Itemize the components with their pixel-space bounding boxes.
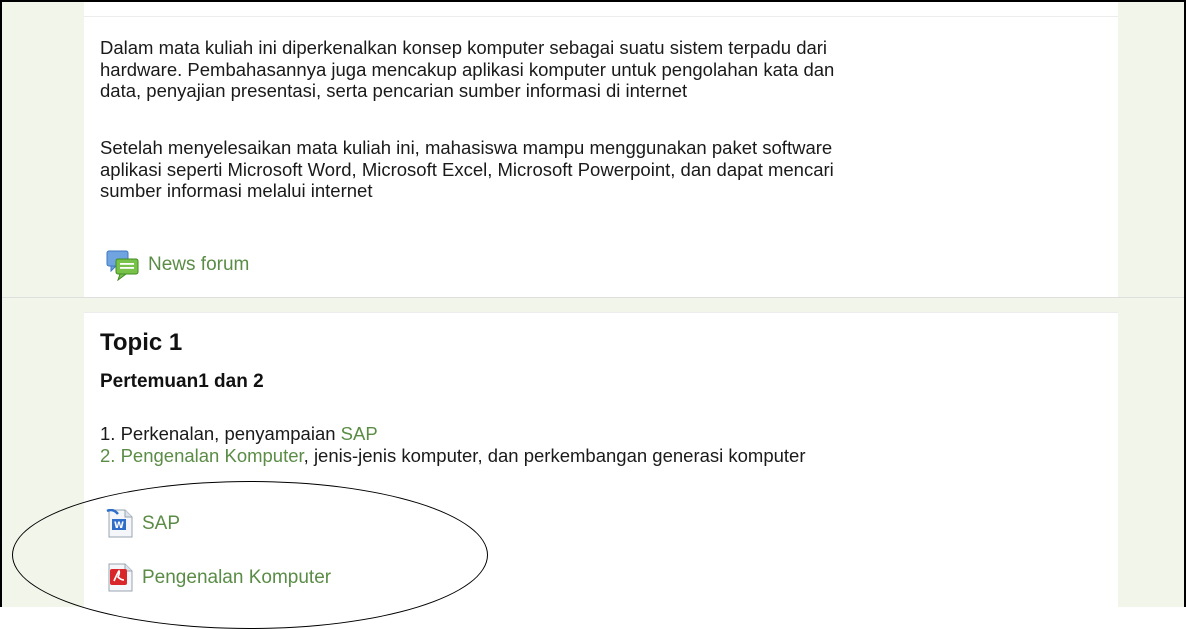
list-item-text: , jenis-jenis komputer, dan perkembangan… bbox=[303, 445, 806, 466]
topic-subtitle: Pertemuan1 dan 2 bbox=[100, 371, 264, 392]
topic-title: Topic 1 bbox=[100, 329, 183, 356]
section-divider bbox=[2, 297, 1184, 312]
topic-list: 1. Perkenalan, penyampaian SAP 2. Pengen… bbox=[100, 423, 806, 467]
news-forum-link[interactable]: News forum bbox=[148, 254, 249, 276]
list-item-text: 1. Perkenalan, penyampaian bbox=[100, 423, 341, 444]
course-summary-section: Dalam mata kuliah ini diperkenalkan kons… bbox=[84, 16, 1118, 297]
news-forum-activity[interactable]: News forum bbox=[106, 249, 249, 281]
summary-paragraph-2: Setelah menyelesaikan mata kuliah ini, m… bbox=[100, 137, 834, 201]
sap-inline-link[interactable]: SAP bbox=[341, 423, 378, 444]
list-item: 2. Pengenalan Komputer, jenis-jenis komp… bbox=[100, 445, 806, 467]
summary-paragraph-1: Dalam mata kuliah ini diperkenalkan kons… bbox=[100, 37, 835, 101]
pengenalan-komputer-inline-link[interactable]: Pengenalan Komputer bbox=[121, 445, 304, 466]
list-item: 1. Perkenalan, penyampaian SAP bbox=[100, 423, 806, 445]
forum-icon bbox=[106, 249, 140, 281]
list-item-number: 2. bbox=[100, 445, 121, 466]
